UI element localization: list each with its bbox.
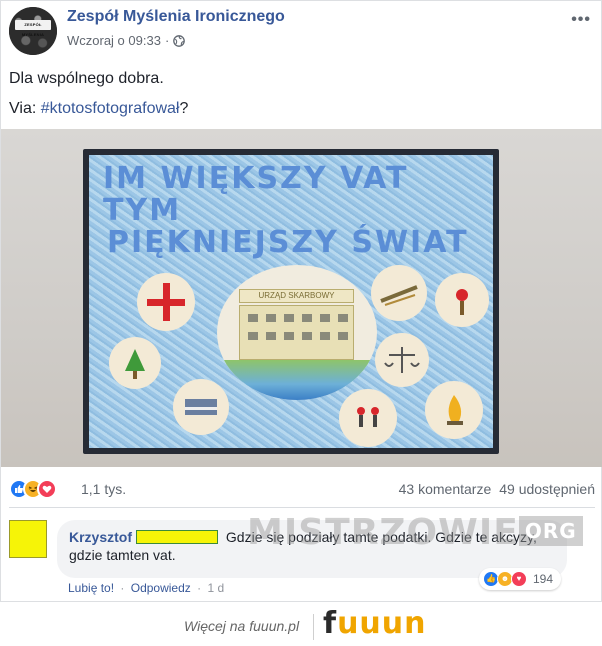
logo-rest: uuun — [337, 606, 427, 641]
via-label: Via: — [9, 100, 41, 117]
site-logo[interactable]: fuuun — [323, 606, 427, 641]
poster-board: IM WIĘKSZY VAT TYM PIĘKNIEJSZY ŚWIAT URZ… — [83, 149, 499, 454]
post-photo[interactable]: IM WIĘKSZY VAT TYM PIĘKNIEJSZY ŚWIAT URZ… — [1, 129, 602, 467]
post-text-line: Dla wspólnego dobra. — [9, 70, 164, 87]
hashtag-suffix: ? — [179, 100, 189, 117]
comment-actions: Lubię to! · Odpowiedz · 1 d — [68, 581, 224, 595]
elderly-bubble — [339, 389, 397, 447]
post-via-line: Via: #ktotosfotografował? — [9, 94, 188, 124]
watermark-suffix: ORG — [518, 516, 583, 546]
comment-reaction-count: 194 — [533, 572, 554, 586]
post-header: ZESPÓŁ MYŚLENIA Zespół Myślenia Ironiczn… — [9, 7, 595, 55]
culture-bubble — [425, 381, 483, 439]
hospital-bubble — [137, 273, 195, 331]
globe-icon[interactable] — [173, 34, 186, 47]
action-separator: · — [120, 581, 125, 595]
more-options-button[interactable]: ••• — [571, 11, 591, 29]
comment-reactions[interactable]: 👍 ☻ ♥ 194 — [479, 568, 562, 590]
footer-divider — [313, 614, 314, 640]
reactions-bar: 1,1 tys. 43 komentarze 49 udostępnień — [9, 477, 595, 501]
scales-icon — [384, 347, 420, 373]
forest-bubble — [109, 337, 161, 389]
roads-bubble — [371, 265, 427, 321]
watermark: MISTRZOWIE ORG — [247, 512, 583, 553]
police-icon — [456, 289, 468, 315]
redacted-surname — [136, 530, 219, 544]
comment-time[interactable]: 1 d — [207, 581, 224, 595]
tax-office-circle: URZĄD SKARBOWY — [217, 265, 377, 400]
shares-count-link[interactable]: 49 udostępnień — [499, 481, 595, 497]
meta-separator: · — [164, 33, 170, 48]
love-icon: ♥ — [511, 571, 527, 587]
hashtag-link[interactable]: #ktotosfotografował — [41, 100, 180, 117]
post-text: Dla wspólnego dobra. Via: #ktotosfotogra… — [9, 64, 188, 124]
people-icon — [357, 407, 379, 427]
avatar-banner: ZESPÓŁ MYŚLENIA — [15, 20, 51, 37]
court-bubble — [375, 333, 429, 387]
love-icon — [37, 479, 57, 499]
page-avatar[interactable]: ZESPÓŁ MYŚLENIA — [9, 7, 57, 55]
commenter-avatar[interactable] — [9, 520, 47, 558]
road-icon — [380, 285, 418, 306]
watermark-text: MISTRZOWIE — [247, 512, 519, 553]
page-name-link[interactable]: Zespół Myślenia Ironicznego — [67, 8, 285, 26]
site-footer: Więcej na fuuun.pl fuuun — [0, 606, 602, 646]
engagement-counts: 43 komentarze 49 udostępnień — [399, 481, 595, 497]
post-card: ZESPÓŁ MYŚLENIA Zespół Myślenia Ironiczn… — [0, 0, 602, 602]
poster-title: IM WIĘKSZY VAT TYM PIĘKNIEJSZY ŚWIAT — [103, 163, 483, 259]
poster-title-line1: IM WIĘKSZY VAT TYM — [103, 161, 409, 228]
post-meta: Wczoraj o 09:33 · — [67, 33, 186, 48]
police-bubble — [435, 273, 489, 327]
action-separator: · — [197, 581, 202, 595]
tree-icon — [125, 349, 145, 379]
divider — [9, 507, 595, 508]
red-cross-bar — [147, 299, 185, 306]
tax-office-sign: URZĄD SKARBOWY — [239, 289, 354, 303]
comments-count-link[interactable]: 43 komentarze — [399, 481, 492, 497]
poster-title-line2: PIĘKNIEJSZY ŚWIAT — [107, 225, 469, 260]
post-timestamp[interactable]: Wczoraj o 09:33 — [67, 33, 161, 48]
logo-f: f — [323, 606, 338, 641]
comment-author-link[interactable]: Krzysztof — [69, 529, 132, 545]
reaction-count[interactable]: 1,1 tys. — [81, 481, 126, 497]
building-drawing — [239, 305, 354, 360]
comment-reply-link[interactable]: Odpowiedz — [131, 581, 191, 595]
fire-icon — [447, 395, 463, 425]
poster-drawing: IM WIĘKSZY VAT TYM PIĘKNIEJSZY ŚWIAT URZ… — [89, 155, 493, 448]
more-on-site-link[interactable]: Więcej na fuuun.pl — [184, 618, 299, 634]
comment-like-link[interactable]: Lubię to! — [68, 581, 114, 595]
